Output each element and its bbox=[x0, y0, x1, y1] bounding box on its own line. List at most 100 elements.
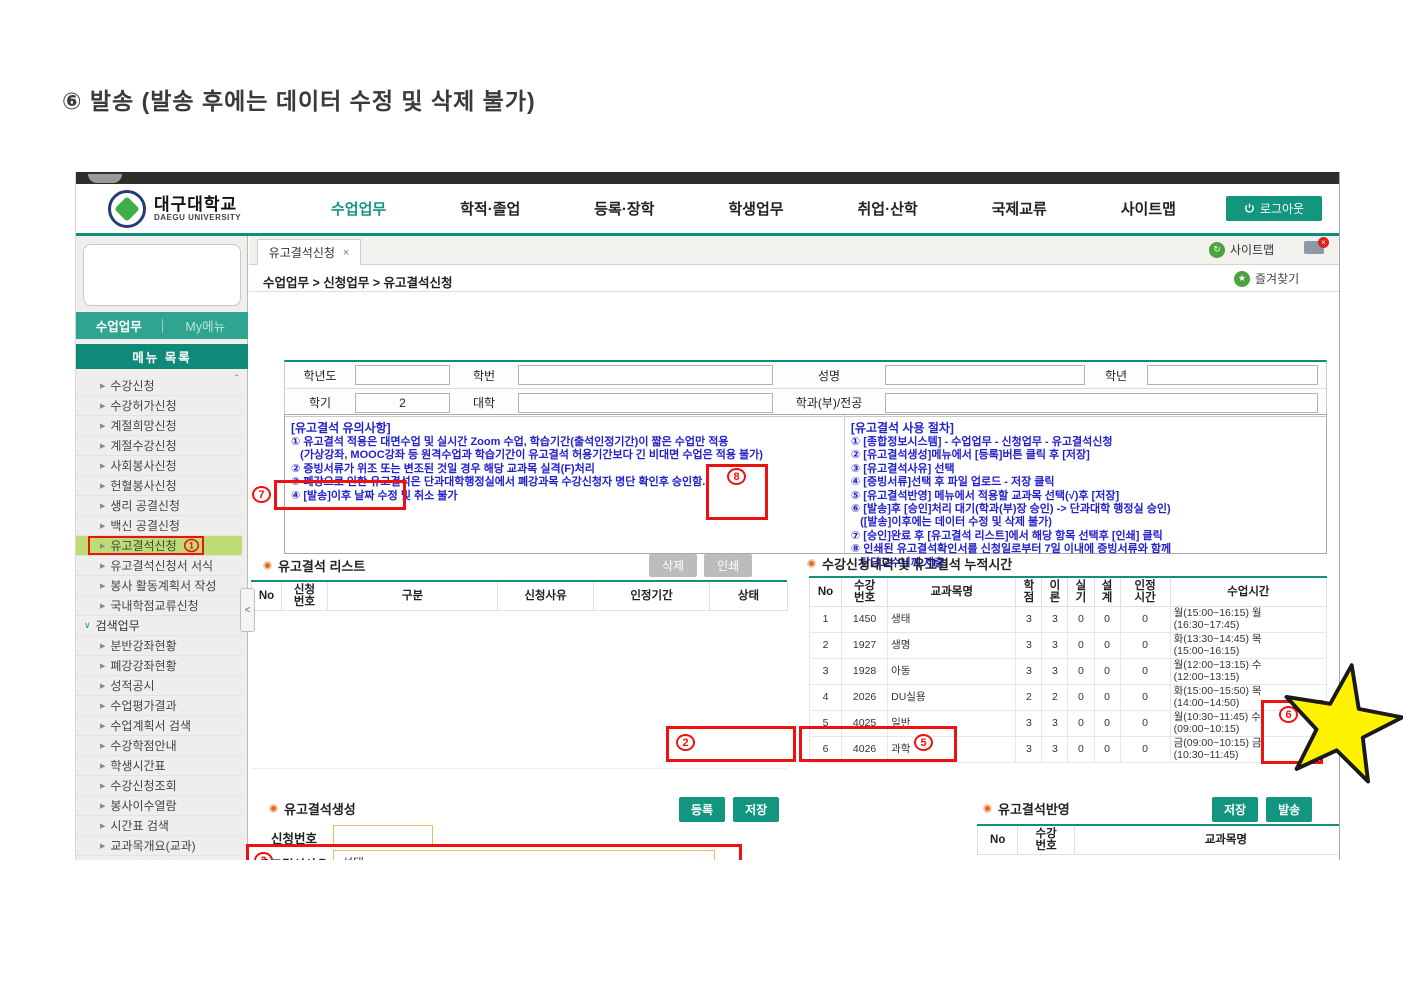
sidebar-item-검색업무[interactable]: ∨ 검색업무 bbox=[76, 616, 242, 636]
chevron-down-icon: ∨ bbox=[698, 856, 706, 861]
sidebar-item-폐강강좌현황[interactable]: ▶ 폐강강좌현황 bbox=[76, 656, 242, 676]
column-header: 구분 bbox=[327, 582, 498, 611]
notice-line: ⑥ [발송]후 [승인]처리 대기(학과(부)장 승인) -> 단과대학 행정실… bbox=[850, 503, 1171, 516]
nav-item-등록·장학[interactable]: 등록·장학 bbox=[594, 198, 654, 219]
sidebar-item-수업계획서 검색[interactable]: ▶ 수업계획서 검색 bbox=[76, 716, 242, 736]
cell-credit: 3 bbox=[1015, 606, 1043, 633]
save-button-create[interactable]: 저장 bbox=[733, 797, 780, 822]
triangle-right-icon: ▶ bbox=[100, 802, 106, 810]
field-input-학년도[interactable] bbox=[355, 365, 450, 385]
nav-item-취업·산학[interactable]: 취업·산학 bbox=[858, 198, 918, 219]
sidebar-tab-lecture[interactable]: 수업업무 bbox=[76, 316, 162, 335]
sidebar-item-계절수강신청[interactable]: ▶ 계절수강신청 bbox=[76, 436, 242, 456]
sidebar-item-분반강좌현황[interactable]: ▶ 분반강좌현황 bbox=[76, 636, 242, 656]
sidebar-item-계절희망신청[interactable]: ▶ 계절희망신청 bbox=[76, 416, 242, 436]
sidebar-item-label: 수강허가신청 bbox=[110, 399, 177, 413]
field-input-성명[interactable] bbox=[885, 365, 1085, 385]
sidebar-item-label: 봉사이수열람 bbox=[110, 799, 177, 813]
window-top-strip bbox=[76, 172, 1339, 184]
send-button[interactable]: 발송 bbox=[1266, 797, 1313, 822]
sidebar-item-성적공시[interactable]: ▶ 성적공시 bbox=[76, 676, 242, 696]
print-button[interactable]: 인쇄 bbox=[704, 554, 753, 577]
triangle-right-icon: ▶ bbox=[100, 722, 106, 730]
sidebar-item-생리 공결신청[interactable]: ▶ 생리 공결신청 bbox=[76, 496, 242, 516]
sidebar-item-봉사 활동계획서 작성[interactable]: ▶ 봉사 활동계획서 작성 bbox=[76, 576, 242, 596]
sidebar-item-국내학점교류신청[interactable]: ▶ 국내학점교류신청 bbox=[76, 596, 242, 616]
sidebar-item-label: 계절수강신청 bbox=[110, 439, 177, 453]
nav-item-학생업무[interactable]: 학생업무 bbox=[728, 198, 783, 219]
sidebar-item-유고결석신청서 서식[interactable]: ▶ 유고결석신청서 서식 bbox=[76, 556, 242, 576]
field-label-학번: 학번 bbox=[472, 368, 496, 383]
field-input-학년[interactable] bbox=[1147, 365, 1318, 385]
absence-list-title-text: 유고결석 리스트 bbox=[278, 559, 366, 574]
logo-title: 대구대학교 bbox=[154, 195, 238, 214]
apply-no-input[interactable] bbox=[333, 825, 433, 845]
sidebar-item-수강신청조회[interactable]: ▶ 수강신청조회 bbox=[76, 776, 242, 796]
nav-item-사이트맵[interactable]: 사이트맵 bbox=[1121, 198, 1176, 219]
sidebar-item-label: 유고결석신청서 서식 bbox=[110, 559, 214, 573]
field-input-학과(부)/전공[interactable] bbox=[885, 392, 1318, 413]
favorite-star-icon: ★ bbox=[1234, 270, 1250, 287]
favorite-button[interactable]: ★ 즐겨찾기 bbox=[1234, 270, 1299, 287]
sidebar-item-백신 공결신청[interactable]: ▶ 백신 공결신청 bbox=[76, 516, 242, 536]
table-header-row: No 신청 번호 구분 신청사유 인정기간 상태 bbox=[251, 582, 788, 611]
university-logo[interactable]: 대구대학교 DAEGU UNIVERSITY bbox=[108, 190, 241, 228]
column-header: No bbox=[976, 826, 1019, 855]
sidebar-item-교과목개요(교과)[interactable]: ▶ 교과목개요(교과) bbox=[76, 836, 242, 856]
close-all-tabs-icon[interactable] bbox=[1304, 237, 1329, 254]
nav-item-국제교류[interactable]: 국제교류 bbox=[992, 198, 1047, 219]
sidebar-item-사회봉사신청[interactable]: ▶ 사회봉사신청 bbox=[76, 456, 242, 476]
sitemap-shortcut[interactable]: ↻ 사이트맵 bbox=[1209, 241, 1274, 258]
triangle-right-icon: ▶ bbox=[100, 762, 106, 770]
field-label-학년도: 학년도 bbox=[303, 368, 337, 383]
chevron-down-icon: ∨ bbox=[84, 620, 91, 630]
field-input-대학[interactable] bbox=[518, 392, 773, 413]
apply-buttons: 저장 발송 bbox=[1212, 797, 1313, 822]
enrollment-row: 6 4026 과학 3 3 0 0 0 금(09:00~10:15) 금(10:30~11:45… bbox=[808, 736, 1328, 763]
cell-name: 생명 bbox=[887, 632, 1017, 659]
column-header: 상태 bbox=[709, 582, 788, 611]
apply-no-label: 신청번호 bbox=[271, 832, 318, 846]
save-button-apply[interactable]: 저장 bbox=[1212, 797, 1259, 822]
sidebar-collapse-handle[interactable]: < bbox=[240, 588, 255, 632]
sidebar-item-수강허가신청[interactable]: ▶ 수강허가신청 bbox=[76, 396, 242, 416]
star-annotation bbox=[1284, 663, 1403, 784]
cell-theory: 3 bbox=[1041, 710, 1069, 737]
column-header: 수강 번호 bbox=[1017, 826, 1075, 855]
apply-section-title-text: 유고결석반영 bbox=[998, 802, 1070, 817]
cell-design: 0 bbox=[1093, 606, 1121, 633]
university-emblem-icon bbox=[108, 190, 146, 228]
sidebar-tab-mymenu[interactable]: My메뉴 bbox=[163, 316, 249, 335]
enrollment-row: 2 1927 생명 3 3 0 0 0 화(13:30~14:45) 목(15:00~16:15… bbox=[808, 632, 1328, 659]
absence-list-empty-area bbox=[251, 611, 787, 769]
apply-table-empty-area bbox=[977, 855, 1339, 860]
sidebar-item-시간표 검색[interactable]: ▶ 시간표 검색 bbox=[76, 816, 242, 836]
field-input-학번[interactable] bbox=[518, 365, 773, 385]
sidebar: 수업업무 My메뉴 메뉴 목록 ⌃ ▶수강신청▶수강허가신청▶계절희망신청▶계절… bbox=[76, 236, 248, 860]
logout-button[interactable]: 로그아웃 bbox=[1226, 196, 1322, 221]
sidebar-item-수업평가결과[interactable]: ▶ 수업평가결과 bbox=[76, 696, 242, 716]
sidebar-item-학생시간표[interactable]: ▶ 학생시간표 bbox=[76, 756, 242, 776]
sidebar-item-수강신청[interactable]: ▶ 수강신청 bbox=[76, 376, 242, 396]
cell-theory: 3 bbox=[1041, 736, 1069, 763]
cell-code: 1927 bbox=[841, 632, 889, 659]
column-header: 학 점 bbox=[1015, 578, 1043, 607]
sidebar-item-수강학점안내[interactable]: ▶ 수강학점안내 bbox=[76, 736, 242, 756]
sidebar-item-헌혈봉사신청[interactable]: ▶ 헌혈봉사신청 bbox=[76, 476, 242, 496]
annotation-1: 1 bbox=[183, 538, 199, 553]
annotation-7: 7 bbox=[252, 486, 271, 503]
enrollment-row: 5 4025 일반 3 3 0 0 0 월(10:30~11:45) 수(09:00~10:15… bbox=[808, 710, 1328, 737]
sidebar-item-유고결석신청[interactable]: ▶ 유고결석신청 1 bbox=[76, 536, 242, 556]
sidebar-item-취업적성검사[interactable]: ▶취업적성검사 bbox=[76, 856, 242, 860]
tab-close-icon[interactable]: × bbox=[343, 247, 349, 259]
delete-button[interactable]: 삭제 bbox=[649, 554, 698, 577]
reason-select[interactable]: 선택 ∨ bbox=[333, 850, 715, 860]
register-button[interactable]: 등록 bbox=[679, 797, 726, 822]
sidebar-item-봉사이수열람[interactable]: ▶ 봉사이수열람 bbox=[76, 796, 242, 816]
tab-absence-application[interactable]: 유고결석신청 × bbox=[257, 239, 361, 265]
nav-item-학적·졸업[interactable]: 학적·졸업 bbox=[460, 198, 520, 219]
cell-recognized: 0 bbox=[1119, 658, 1171, 685]
sidebar-item-label: 계절희망신청 bbox=[110, 419, 177, 433]
field-input-학기[interactable] bbox=[355, 392, 450, 413]
nav-item-수업업무[interactable]: 수업업무 bbox=[331, 198, 386, 219]
